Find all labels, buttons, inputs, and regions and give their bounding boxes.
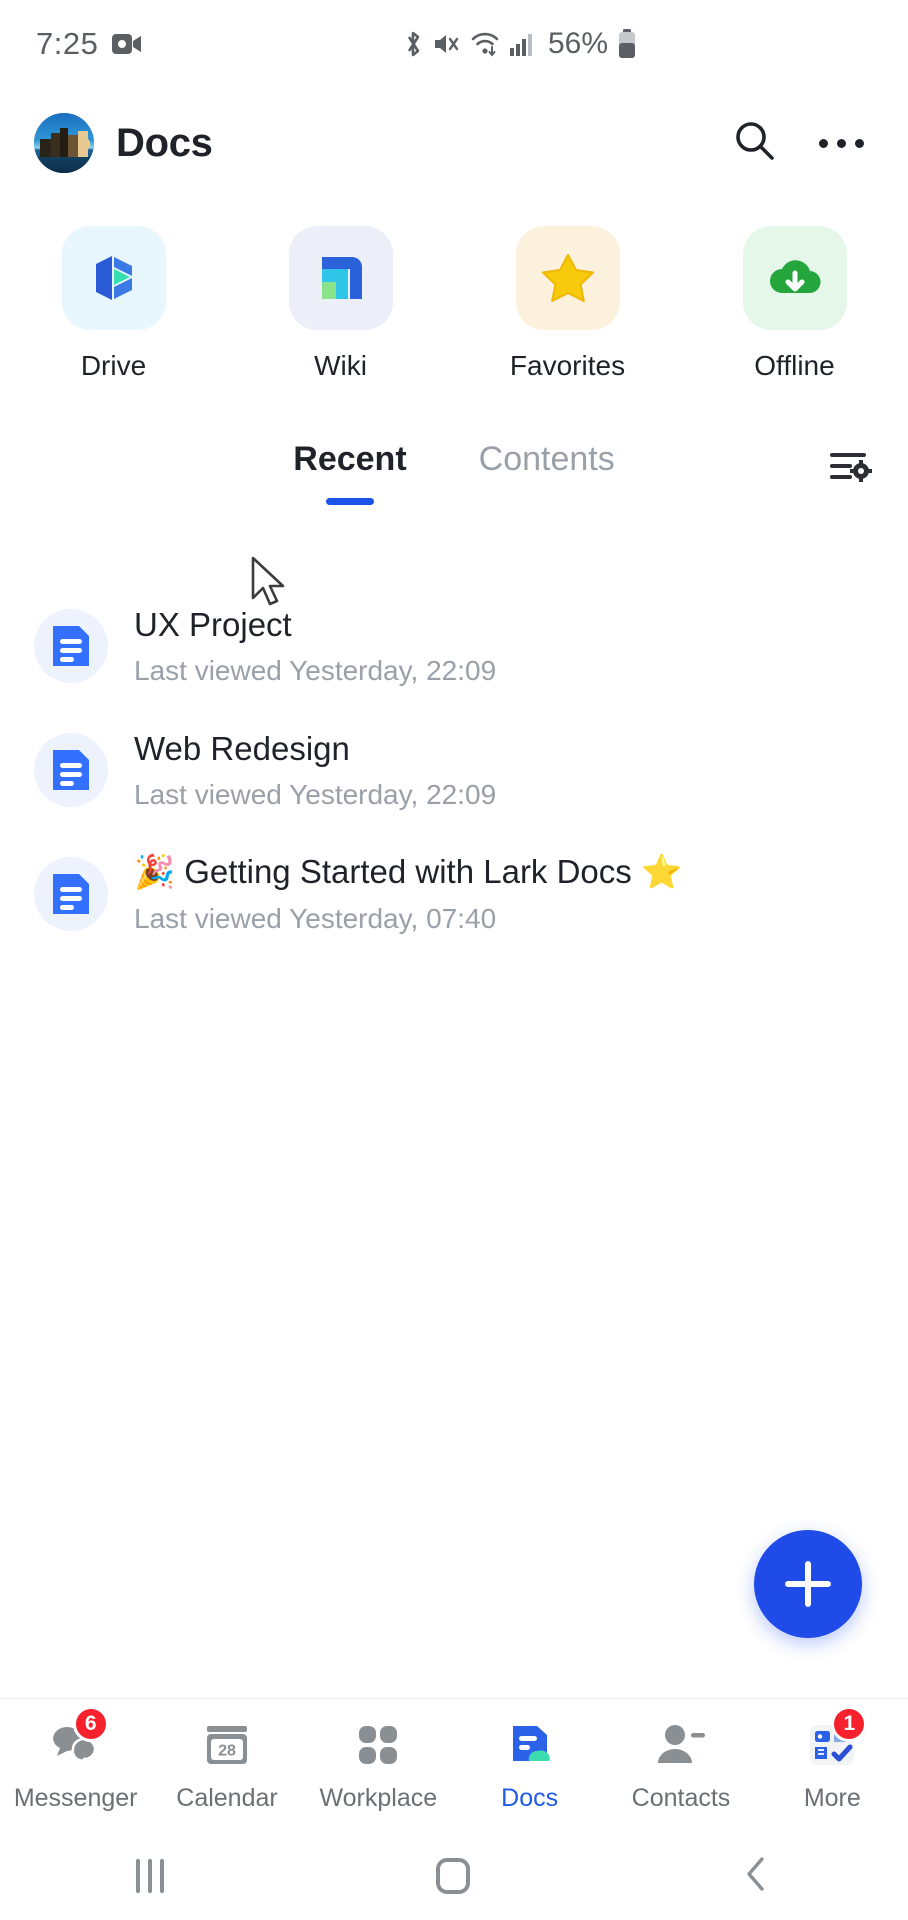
more-options-icon[interactable]	[819, 138, 864, 148]
cloud-download-icon	[742, 226, 847, 330]
header-actions	[731, 117, 874, 170]
document-icon	[34, 733, 108, 807]
grid-apps-icon	[349, 1718, 407, 1772]
list-item[interactable]: Web Redesign Last viewed Yesterday, 22:0…	[0, 708, 908, 832]
list-item[interactable]: UX Project Last viewed Yesterday, 22:09	[0, 584, 908, 708]
tab-contents[interactable]: Contents	[479, 440, 615, 489]
nav-item-calendar[interactable]: 28 Calendar	[151, 1718, 302, 1813]
document-icon	[34, 609, 108, 683]
shortcut-label: Offline	[754, 350, 835, 381]
wiki-icon	[288, 226, 393, 330]
nav-label: Contacts	[631, 1784, 731, 1812]
status-bar: 7:25 56%	[0, 0, 908, 88]
drive-icon	[61, 226, 166, 330]
tab-bar: Recent Contents	[0, 440, 908, 532]
list-item[interactable]: 🎉 Getting Started with Lark Docs ⭐ Last …	[0, 832, 908, 956]
document-subtitle: Last viewed Yesterday, 22:09	[134, 654, 497, 686]
page-title: Docs	[116, 120, 213, 165]
tab-label: Recent	[293, 440, 407, 478]
status-bar-left: 7:25	[36, 26, 142, 62]
app-header: Docs	[0, 88, 908, 198]
android-navigation-bar	[0, 1832, 908, 1920]
battery-icon	[617, 29, 637, 59]
create-new-document-button[interactable]	[754, 1530, 862, 1638]
nav-label: Messenger	[13, 1784, 138, 1812]
document-info: UX Project Last viewed Yesterday, 22:09	[134, 606, 496, 687]
document-subtitle: Last viewed Yesterday, 22:09	[134, 778, 497, 810]
tab-active-indicator	[325, 498, 374, 505]
tab-recent[interactable]: Recent	[293, 440, 407, 505]
nav-item-workplace[interactable]: Workplace	[303, 1718, 454, 1813]
bluetooth-icon	[402, 29, 424, 59]
document-icon	[34, 857, 108, 931]
wifi-icon	[470, 30, 500, 58]
nav-label: More	[803, 1784, 861, 1812]
document-subtitle: Last viewed Yesterday, 07:40	[134, 903, 497, 934]
status-badge: 1	[831, 1706, 868, 1742]
status-badge: 6	[72, 1706, 109, 1742]
nav-label: Docs	[501, 1784, 559, 1812]
calendar-icon: 28	[198, 1718, 256, 1772]
phone-screen: 7:25 56% Docs Drive Wiki Favorites Offli…	[0, 0, 908, 1920]
nav-item-messenger[interactable]: 6 Messenger	[0, 1706, 151, 1813]
star-icon	[515, 226, 620, 330]
document-title: UX Project	[134, 605, 292, 643]
nav-item-more[interactable]: 1 More	[757, 1706, 908, 1813]
shortcut-favorites[interactable]: Favorites	[454, 226, 681, 382]
nav-label: Calendar	[176, 1784, 278, 1812]
document-info: 🎉 Getting Started with Lark Docs ⭐ Last …	[134, 853, 682, 935]
shortcut-drive[interactable]: Drive	[0, 226, 227, 382]
shortcut-wiki[interactable]: Wiki	[227, 226, 454, 382]
document-list: UX Project Last viewed Yesterday, 22:09 …	[0, 584, 908, 956]
shortcut-offline[interactable]: Offline	[681, 226, 908, 382]
mute-icon	[433, 30, 461, 58]
sort-settings-icon[interactable]	[830, 446, 874, 491]
back-button[interactable]	[742, 1855, 772, 1898]
document-title: 🎉 Getting Started with Lark Docs ⭐	[134, 853, 683, 890]
shortcut-label: Drive	[80, 350, 147, 381]
contacts-icon	[652, 1718, 710, 1772]
status-time: 7:25	[36, 26, 99, 61]
document-info: Web Redesign Last viewed Yesterday, 22:0…	[134, 730, 496, 811]
mouse-cursor	[250, 556, 290, 612]
screen-record-icon	[112, 33, 142, 55]
document-title: Web Redesign	[134, 729, 350, 767]
cellular-signal-icon	[509, 31, 535, 57]
docs-icon	[501, 1718, 559, 1772]
svg-text:28: 28	[218, 1743, 236, 1760]
battery-percent: 56%	[548, 27, 609, 60]
nav-item-docs[interactable]: Docs	[454, 1718, 605, 1813]
home-button[interactable]	[436, 1858, 470, 1894]
avatar[interactable]	[34, 113, 94, 173]
tab-label: Contents	[478, 440, 615, 478]
shortcut-label: Wiki	[314, 350, 367, 381]
shortcut-label: Favorites	[509, 350, 626, 381]
nav-item-contacts[interactable]: Contacts	[605, 1718, 756, 1813]
recents-button[interactable]	[136, 1859, 164, 1893]
more-apps-icon: 1	[803, 1706, 868, 1772]
nav-label: Workplace	[319, 1784, 438, 1812]
shortcut-row: Drive Wiki Favorites Offline	[0, 198, 908, 388]
status-bar-right: 56%	[402, 27, 637, 61]
bottom-navigation: 6 Messenger 28 Calendar Workplace Docs C…	[0, 1698, 908, 1832]
chat-bubbles-icon: 6	[47, 1706, 109, 1772]
search-icon[interactable]	[731, 117, 779, 170]
